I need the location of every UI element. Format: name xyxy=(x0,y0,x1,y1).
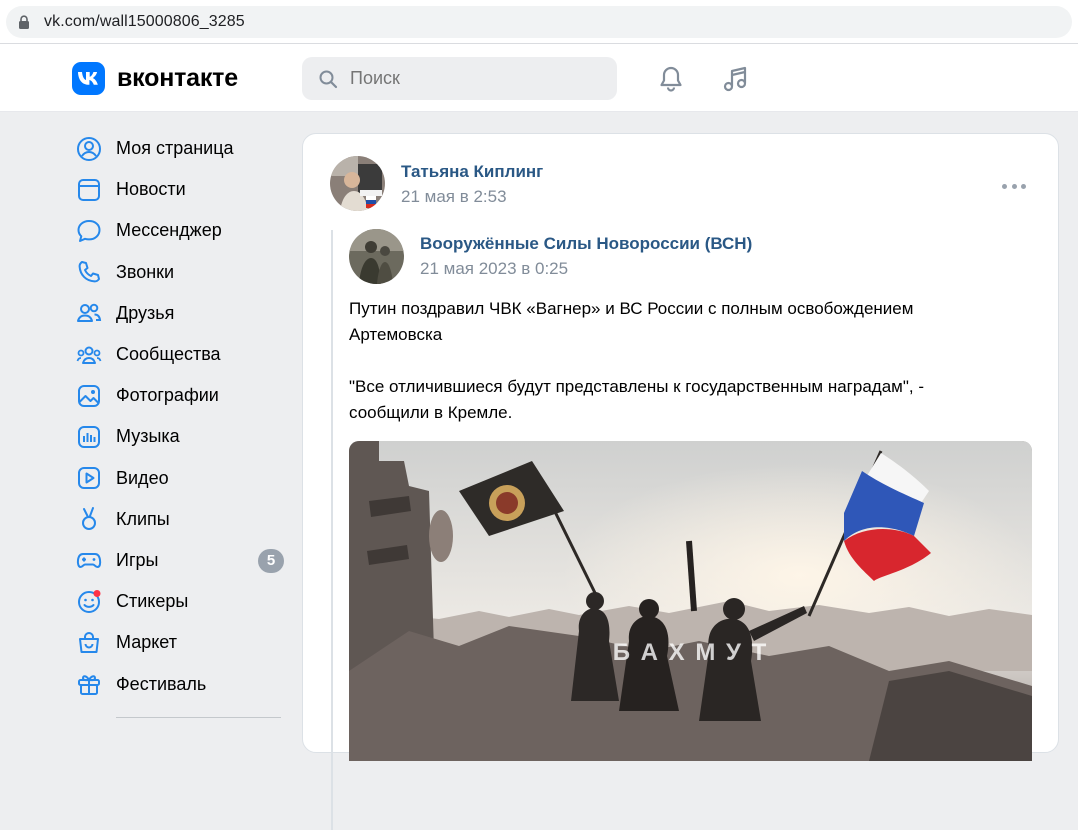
more-dots-icon xyxy=(1011,183,1017,189)
bell-icon[interactable] xyxy=(656,64,686,94)
url-text: vk.com/wall15000806_3285 xyxy=(44,13,245,30)
search-icon xyxy=(319,70,338,88)
post-photo xyxy=(349,441,1032,761)
sidebar-item-label: Сообщества xyxy=(116,344,221,365)
sidebar-item-festival[interactable]: Фестиваль xyxy=(72,663,287,704)
sidebar-item-label: Звонки xyxy=(116,261,175,282)
vk-logo[interactable]: вконтакте xyxy=(72,62,238,95)
lock-icon xyxy=(19,15,29,29)
post-image[interactable]: Б А Х М У Т xyxy=(349,441,1032,761)
sidebar-item-label: Новости xyxy=(116,179,186,200)
repost-date[interactable]: 21 мая 2023 в 0:25 xyxy=(420,259,568,279)
sidebar-item-news[interactable]: Новости xyxy=(72,169,287,210)
repost-author-avatar[interactable] xyxy=(349,229,404,284)
market-bag-icon xyxy=(79,631,99,653)
more-dots-icon xyxy=(1002,183,1007,189)
sidebar-item-label: Игры xyxy=(116,549,159,570)
sidebar-item-communities[interactable]: Сообщества xyxy=(72,334,287,375)
sidebar-item-label: Фестиваль xyxy=(116,673,207,694)
sidebar-item-label: Клипы xyxy=(116,508,170,529)
repost-author-name[interactable]: Вооружённые Силы Новороссии (ВСН) xyxy=(420,234,752,254)
sidebar-item-label: Музыка xyxy=(116,426,180,447)
sidebar-item-messenger[interactable]: Мессенджер xyxy=(72,210,287,251)
post-card: Татьяна Киплинг 21 мая в 2:53 Вооружённы… xyxy=(302,133,1059,830)
music-note-icon[interactable] xyxy=(721,64,751,94)
sidebar-item-music[interactable]: Музыка xyxy=(72,416,287,457)
user-circle-icon xyxy=(77,136,101,161)
post-date[interactable]: 21 мая в 2:53 xyxy=(401,187,507,207)
post-author-name[interactable]: Татьяна Киплинг xyxy=(401,162,543,182)
repost-indicator-line xyxy=(331,230,333,830)
sidebar-item-video[interactable]: Видео xyxy=(72,458,287,499)
browser-address-bar: vk.com/wall15000806_3285 xyxy=(0,0,1078,44)
sidebar-item-stickers[interactable]: Стикеры xyxy=(72,581,287,622)
newspaper-icon xyxy=(78,178,100,201)
sidebar-item-market[interactable]: Маркет xyxy=(72,622,287,663)
phone-icon xyxy=(78,261,100,283)
author-avatar[interactable] xyxy=(330,156,385,211)
sidebar-divider xyxy=(116,717,281,718)
left-sidebar: Моя страница Новости Мессенджер Звонки Д… xyxy=(72,128,287,705)
sidebar-item-games[interactable]: Игры 5 xyxy=(72,540,287,581)
post-more-button[interactable] xyxy=(1002,181,1026,191)
sidebar-item-photos[interactable]: Фотографии xyxy=(72,375,287,416)
more-dots-icon xyxy=(1021,183,1026,189)
sidebar-item-label: Маркет xyxy=(116,632,177,653)
sidebar-item-clips[interactable]: Клипы xyxy=(72,499,287,540)
sidebar-item-label: Друзья xyxy=(116,302,175,323)
post-text-paragraph: "Все отличившиеся будут представлены к г… xyxy=(349,377,924,422)
music-bars-icon xyxy=(78,425,100,448)
url-field[interactable]: vk.com/wall15000806_3285 xyxy=(6,6,1072,38)
vk-logo-text: вконтакте xyxy=(117,64,238,92)
sidebar-item-my-page[interactable]: Моя страница xyxy=(72,128,287,169)
sticker-icon xyxy=(78,589,101,613)
sidebar-item-label: Фотографии xyxy=(116,385,219,406)
sidebar-item-label: Мессенджер xyxy=(116,220,222,241)
video-icon xyxy=(78,467,100,490)
sidebar-item-calls[interactable]: Звонки xyxy=(72,252,287,293)
chat-bubble-icon xyxy=(77,219,101,242)
image-caption: Б А Х М У Т xyxy=(612,639,769,666)
gift-icon xyxy=(78,675,100,696)
search-input[interactable] xyxy=(350,68,600,89)
sidebar-item-friends[interactable]: Друзья xyxy=(72,293,287,334)
vk-header: вконтакте xyxy=(0,44,1078,112)
photo-icon xyxy=(78,384,100,407)
games-count-badge: 5 xyxy=(258,548,284,573)
sidebar-item-label: Моя страница xyxy=(116,138,234,159)
communities-icon xyxy=(76,346,102,364)
vk-logo-icon xyxy=(72,62,105,95)
friends-icon xyxy=(77,304,102,323)
post-text: Путин поздравил ЧВК «Вагнер» и ВС России… xyxy=(349,296,989,426)
sidebar-item-label: Видео xyxy=(116,467,169,488)
search-box[interactable] xyxy=(302,57,617,100)
clips-icon xyxy=(82,507,96,531)
gamepad-icon xyxy=(76,553,102,569)
post-text-paragraph: Путин поздравил ЧВК «Вагнер» и ВС России… xyxy=(349,299,914,344)
sidebar-item-label: Стикеры xyxy=(116,591,189,612)
